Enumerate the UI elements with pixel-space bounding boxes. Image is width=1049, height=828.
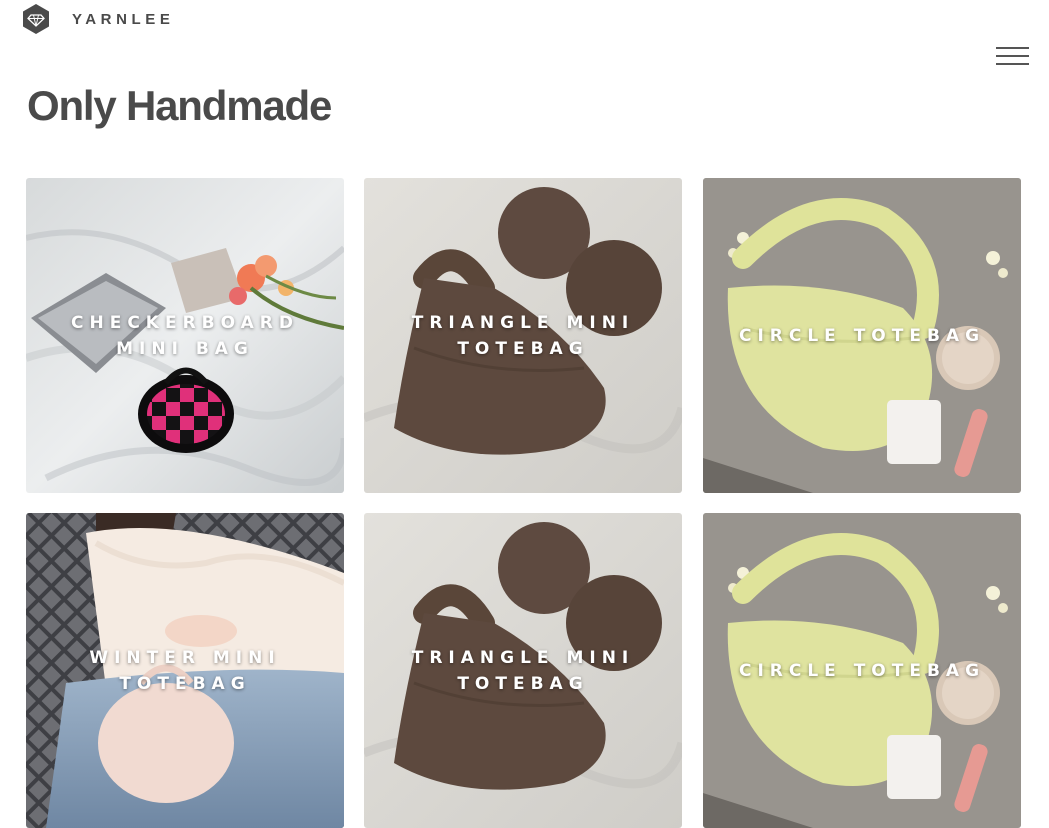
gem-hexagon-icon[interactable] — [21, 3, 51, 35]
product-card-circle-totebag[interactable]: CIRCLE TOTEBAG — [703, 178, 1021, 493]
product-card-triangle-mini-totebag[interactable]: TRIANGLE MINI TOTEBAG — [364, 513, 682, 828]
product-name: CIRCLE TOTEBAG — [738, 660, 986, 681]
product-card-triangle-mini-totebag[interactable]: TRIANGLE MINI TOTEBAG — [364, 178, 682, 493]
page-title: Only Handmade — [27, 82, 332, 129]
product-name: CIRCLE TOTEBAG — [738, 325, 986, 346]
brand-name[interactable]: YARNLEE — [72, 11, 175, 28]
product-name: WINTER MINI TOTEBAG — [89, 647, 281, 694]
hamburger-menu-icon[interactable] — [996, 46, 1030, 68]
product-card-checkerboard-mini-bag[interactable]: CHECKERBOARD MINI BAG — [26, 178, 344, 493]
product-name: TRIANGLE MINI TOTEBAG — [411, 647, 635, 694]
product-name: CHECKERBOARD MINI BAG — [71, 312, 299, 359]
product-card-winter-mini-totebag[interactable]: WINTER MINI TOTEBAG — [26, 513, 344, 828]
product-name: TRIANGLE MINI TOTEBAG — [411, 312, 635, 359]
product-card-circle-totebag[interactable]: CIRCLE TOTEBAG — [703, 513, 1021, 828]
